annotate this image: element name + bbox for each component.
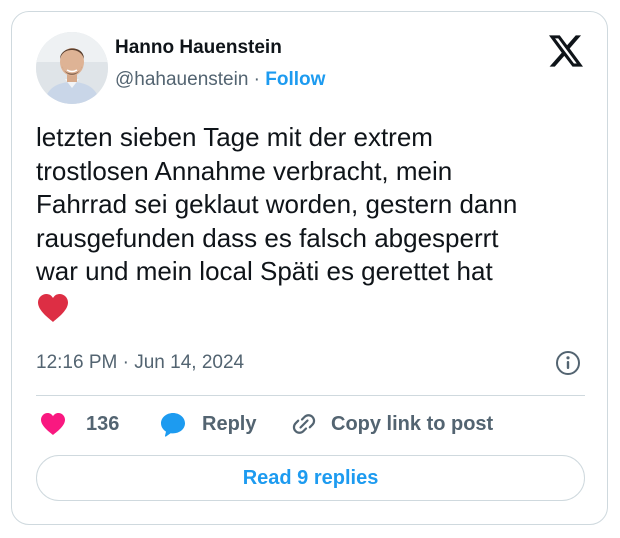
profile-photo-icon [36,32,108,104]
author-handle-line: @hahauenstein · Follow [115,69,325,91]
info-icon[interactable] [555,350,581,376]
tweet-text: letzten sieben Tage mit der extrem trost… [36,121,596,324]
tweet-text-line: rausgefunden dass es falsch abgesperrt [36,222,499,253]
handle-separator: · [253,69,260,90]
author-name[interactable]: Hanno Hauenstein [115,37,282,59]
tweet-embed-card: Hanno Hauenstein @hahauenstein · Follow … [11,11,608,525]
tweet-timestamp[interactable]: 12:16 PM · Jun 14, 2024 [36,352,244,374]
tweet-text-line: trostlosen Annahme verbracht, mein [36,155,453,186]
read-replies-label: Read 9 replies [242,466,379,489]
divider [36,395,585,396]
author-avatar[interactable] [36,32,108,104]
tweet-text-line: Fahrrad sei geklaut worden, gestern dann [36,189,518,219]
author-handle[interactable]: @hahauenstein [115,69,248,90]
copy-link-label: Copy link to post [331,412,494,435]
reply-label: Reply [202,412,257,435]
link-icon [292,414,316,434]
like-count: 136 [86,412,120,435]
like-button[interactable]: 136 [40,410,119,438]
red-heart-emoji-icon [38,293,68,322]
x-logo-icon[interactable] [549,35,583,67]
tweet-text-line: war und mein local Späti es gerettet hat [36,256,493,286]
follow-link[interactable]: Follow [265,69,325,90]
copy-link-button[interactable]: Copy link to post [291,410,493,438]
read-replies-button[interactable]: Read 9 replies [36,455,585,501]
reply-bubble-icon [161,413,185,437]
heart-icon [41,413,65,435]
tweet-text-line: letzten sieben Tage mit der extrem [36,122,433,152]
reply-button[interactable]: Reply [160,410,256,438]
